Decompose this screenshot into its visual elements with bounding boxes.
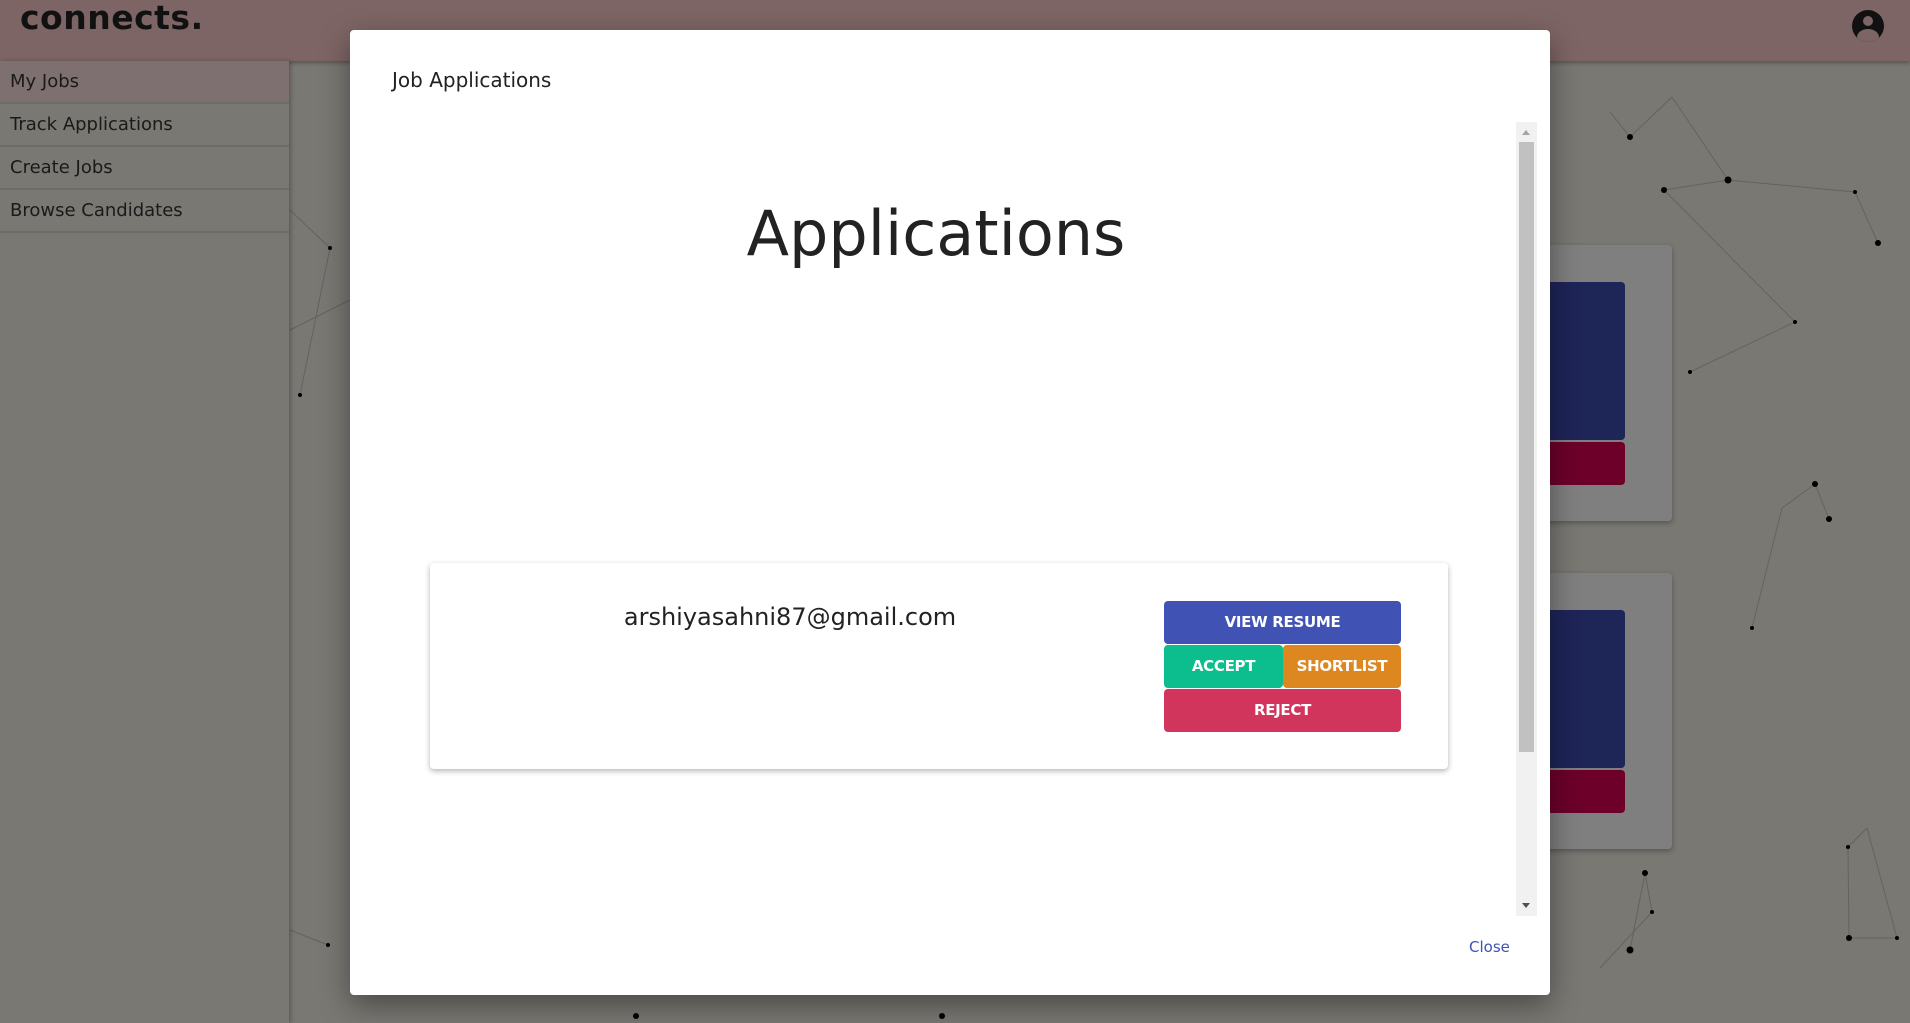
sidebar-item-browse-candidates[interactable]: Browse Candidates [0, 190, 289, 233]
sidebar-item-track-applications[interactable]: Track Applications [0, 104, 289, 147]
logo[interactable]: connects. [20, 0, 204, 37]
account-circle-icon[interactable] [1852, 10, 1884, 42]
sidebar-item-my-jobs[interactable]: My Jobs [0, 61, 289, 104]
applicant-email: arshiyasahni87@gmail.com [623, 603, 957, 631]
sidebar: My Jobs Track Applications Create Jobs B… [0, 61, 289, 1023]
dialog-content: Applications arshiyasahni87@gmail.com VI… [366, 122, 1537, 916]
application-card: arshiyasahni87@gmail.com VIEW RESUME ACC… [430, 563, 1448, 769]
reject-button[interactable]: REJECT [1164, 689, 1401, 732]
sidebar-item-create-jobs[interactable]: Create Jobs [0, 147, 289, 190]
scroll-up-icon[interactable] [1522, 130, 1530, 135]
scroll-down-icon[interactable] [1522, 903, 1530, 908]
view-resume-button[interactable]: VIEW RESUME [1164, 601, 1401, 644]
accept-button[interactable]: ACCEPT [1164, 645, 1283, 688]
page-heading: Applications [746, 197, 1126, 270]
dialog-title: Job Applications [392, 68, 552, 92]
shortlist-button[interactable]: SHORTLIST [1283, 645, 1401, 688]
scrollbar[interactable] [1516, 122, 1537, 916]
job-applications-dialog: Job Applications Applications arshiyasah… [350, 30, 1550, 995]
close-button[interactable]: Close [1469, 938, 1510, 956]
scrollbar-thumb[interactable] [1519, 142, 1534, 752]
